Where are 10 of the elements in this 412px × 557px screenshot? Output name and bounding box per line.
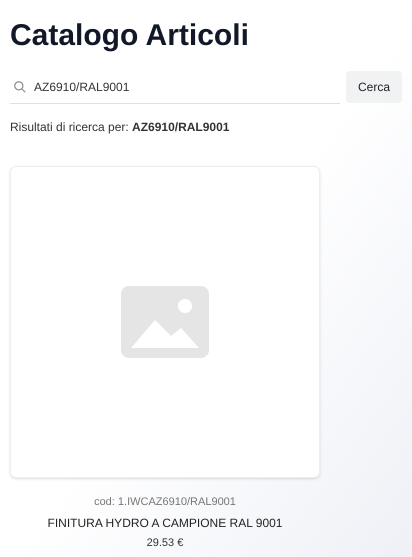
product-price: 29.53 € (146, 536, 184, 550)
page-title: Catalogo Articoli (10, 18, 250, 54)
search-icon (13, 80, 27, 94)
search-button[interactable]: Cerca (346, 71, 402, 103)
product-image-card[interactable] (10, 166, 320, 478)
image-placeholder-icon (121, 286, 209, 358)
product-code: cod: 1.IWCAZ6910/RAL9001 (94, 495, 236, 510)
search-field[interactable]: AZ6910/RAL9001 (10, 70, 340, 104)
results-text: Risultati di ricerca per: AZ6910/RAL9001 (10, 119, 230, 136)
product-name[interactable]: FINITURA HYDRO A CAMPIONE RAL 9001 (48, 514, 282, 532)
